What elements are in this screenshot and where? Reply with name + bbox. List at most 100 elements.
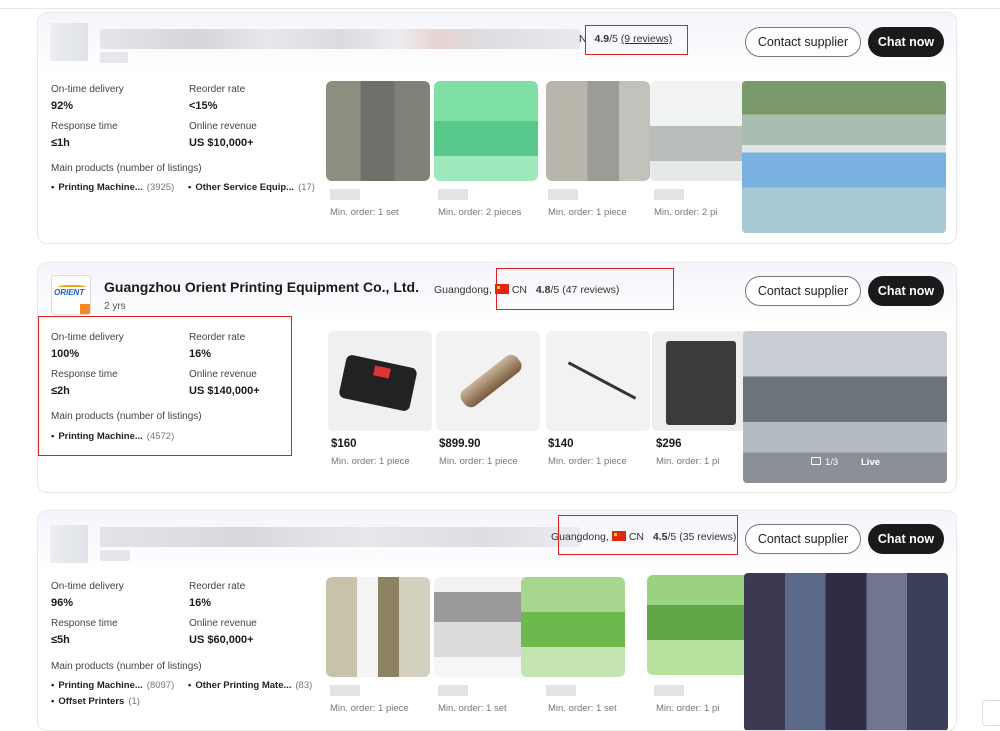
product-image-plate (666, 341, 736, 425)
product-thumbnail-blurred[interactable] (326, 81, 430, 181)
live-badge: Live (861, 457, 881, 468)
product-image-roller (457, 351, 525, 411)
product-thumbnail-blurred[interactable] (326, 577, 430, 677)
on-time-delivery-value: 92% (51, 100, 74, 112)
on-time-delivery-value: 96% (51, 597, 74, 609)
chat-now-button[interactable]: Chat now (868, 27, 944, 57)
verified-badge-icon (80, 304, 90, 314)
min-order-text: Min. order: 2 pi (654, 207, 718, 218)
online-revenue-value: US $10,000+ (189, 137, 254, 149)
min-order-text: Min. order: 1 set (548, 703, 617, 714)
min-order-text: Min. order: 1 pi (656, 703, 720, 714)
product-thumbnail[interactable] (436, 331, 540, 431)
product-thumbnail-blurred[interactable] (647, 575, 751, 675)
online-revenue-label: Online revenue (189, 121, 257, 132)
gallery-counter: 1/3 (811, 457, 838, 468)
reorder-rate-label: Reorder rate (189, 84, 246, 95)
product-thumbnail-blurred[interactable] (434, 81, 538, 181)
reorder-rate-value: 16% (189, 348, 212, 360)
min-order-text: Min. order: 2 pieces (438, 207, 522, 218)
on-time-delivery-label: On-time delivery (51, 84, 124, 95)
response-time-label: Response time (51, 618, 118, 629)
response-time-label: Response time (51, 121, 118, 132)
contact-supplier-button[interactable]: Contact supplier (745, 276, 861, 306)
price-blurred (654, 685, 684, 696)
min-order-text: Min. order: 1 piece (331, 456, 410, 467)
contact-supplier-button[interactable]: Contact supplier (745, 524, 861, 554)
logo-swoosh (58, 285, 86, 289)
product-image-rod (567, 361, 637, 400)
main-product-item[interactable]: Printing Machine...(3925) (51, 182, 174, 193)
product-thumbnail[interactable] (546, 331, 650, 431)
response-time-value: ≤2h (51, 385, 70, 397)
supplier-gallery-image[interactable]: 1/3 Live (743, 331, 947, 483)
top-divider (0, 0, 1000, 9)
supplier-card-1: N 4.9/5 (9 reviews) Contact supplier Cha… (37, 12, 957, 244)
main-products-label: Main products (number of listings) (51, 411, 202, 422)
main-product-item[interactable]: Other Service Equip...(17) (188, 182, 315, 193)
supplier-name-blurred (100, 29, 580, 49)
min-order-text: Min. order: 1 piece (548, 207, 627, 218)
min-order-text: Min. order: 1 piece (439, 456, 518, 467)
rating-highlight-box (496, 268, 674, 310)
supplier-years-blurred (100, 52, 128, 63)
main-products-label: Main products (number of listings) (51, 661, 202, 672)
product-price: $899.90 (439, 438, 481, 450)
main-products-label: Main products (number of listings) (51, 163, 202, 174)
reorder-rate-value: 16% (189, 597, 212, 609)
supplier-years-blurred (100, 550, 130, 561)
reorder-rate-label: Reorder rate (189, 581, 246, 592)
main-product-item[interactable]: Other Printing Mate...(83) (188, 680, 312, 691)
image-icon (811, 457, 821, 465)
chat-now-button[interactable]: Chat now (868, 276, 944, 306)
online-revenue-value: US $140,000+ (189, 385, 260, 397)
company-name[interactable]: Guangzhou Orient Printing Equipment Co.,… (104, 279, 419, 295)
price-blurred (330, 189, 360, 200)
side-chat-widget-icon[interactable] (982, 700, 1000, 726)
product-price: $296 (656, 438, 682, 450)
logo-text: ORIENT (54, 288, 85, 297)
response-time-value: ≤1h (51, 137, 70, 149)
years-in-business: 2 yrs (104, 301, 126, 312)
supplier-logo-blurred (50, 525, 88, 563)
supplier-logo-blurred (50, 23, 88, 61)
product-thumbnail-blurred[interactable] (650, 81, 754, 181)
price-blurred (654, 189, 684, 200)
price-blurred (330, 685, 360, 696)
response-time-value: ≤5h (51, 634, 70, 646)
on-time-delivery-label: On-time delivery (51, 332, 124, 343)
on-time-delivery-label: On-time delivery (51, 581, 124, 592)
supplier-gallery-image[interactable] (744, 573, 948, 730)
product-thumbnail[interactable] (328, 331, 432, 431)
min-order-text: Min. order: 1 pi (656, 456, 720, 467)
response-time-label: Response time (51, 369, 118, 380)
contact-supplier-button[interactable]: Contact supplier (745, 27, 861, 57)
supplier-card-2: ORIENT Guangzhou Orient Printing Equipme… (37, 262, 957, 493)
main-product-item[interactable]: Printing Machine...(8097) (51, 680, 174, 691)
product-image-black-box (338, 353, 418, 413)
product-price: $160 (331, 438, 357, 450)
online-revenue-label: Online revenue (189, 369, 257, 380)
reorder-rate-label: Reorder rate (189, 332, 246, 343)
on-time-delivery-value: 100% (51, 348, 80, 360)
min-order-text: Min. order: 1 piece (330, 703, 409, 714)
supplier-gallery-image[interactable] (742, 81, 946, 233)
main-product-item[interactable]: Printing Machine...(4572) (51, 431, 174, 442)
product-thumbnail-blurred[interactable] (521, 577, 625, 677)
main-product-item[interactable]: Offset Printers(1) (51, 696, 140, 707)
min-order-text: Min. order: 1 set (330, 207, 399, 218)
supplier-name-blurred (100, 527, 580, 547)
online-revenue-label: Online revenue (189, 618, 257, 629)
price-blurred (546, 685, 576, 696)
product-thumbnail[interactable] (652, 331, 756, 431)
company-logo: ORIENT (51, 275, 91, 315)
price-blurred (548, 189, 578, 200)
rating-highlight-box (558, 515, 738, 555)
online-revenue-value: US $60,000+ (189, 634, 254, 646)
min-order-text: Min. order: 1 piece (548, 456, 627, 467)
min-order-text: Min. order: 1 set (438, 703, 507, 714)
supplier-card-3: Guangdong, CN 4.5/5 (35 reviews) Contact … (37, 510, 957, 731)
product-thumbnail-blurred[interactable] (546, 81, 650, 181)
product-price: $140 (548, 438, 574, 450)
chat-now-button[interactable]: Chat now (868, 524, 944, 554)
